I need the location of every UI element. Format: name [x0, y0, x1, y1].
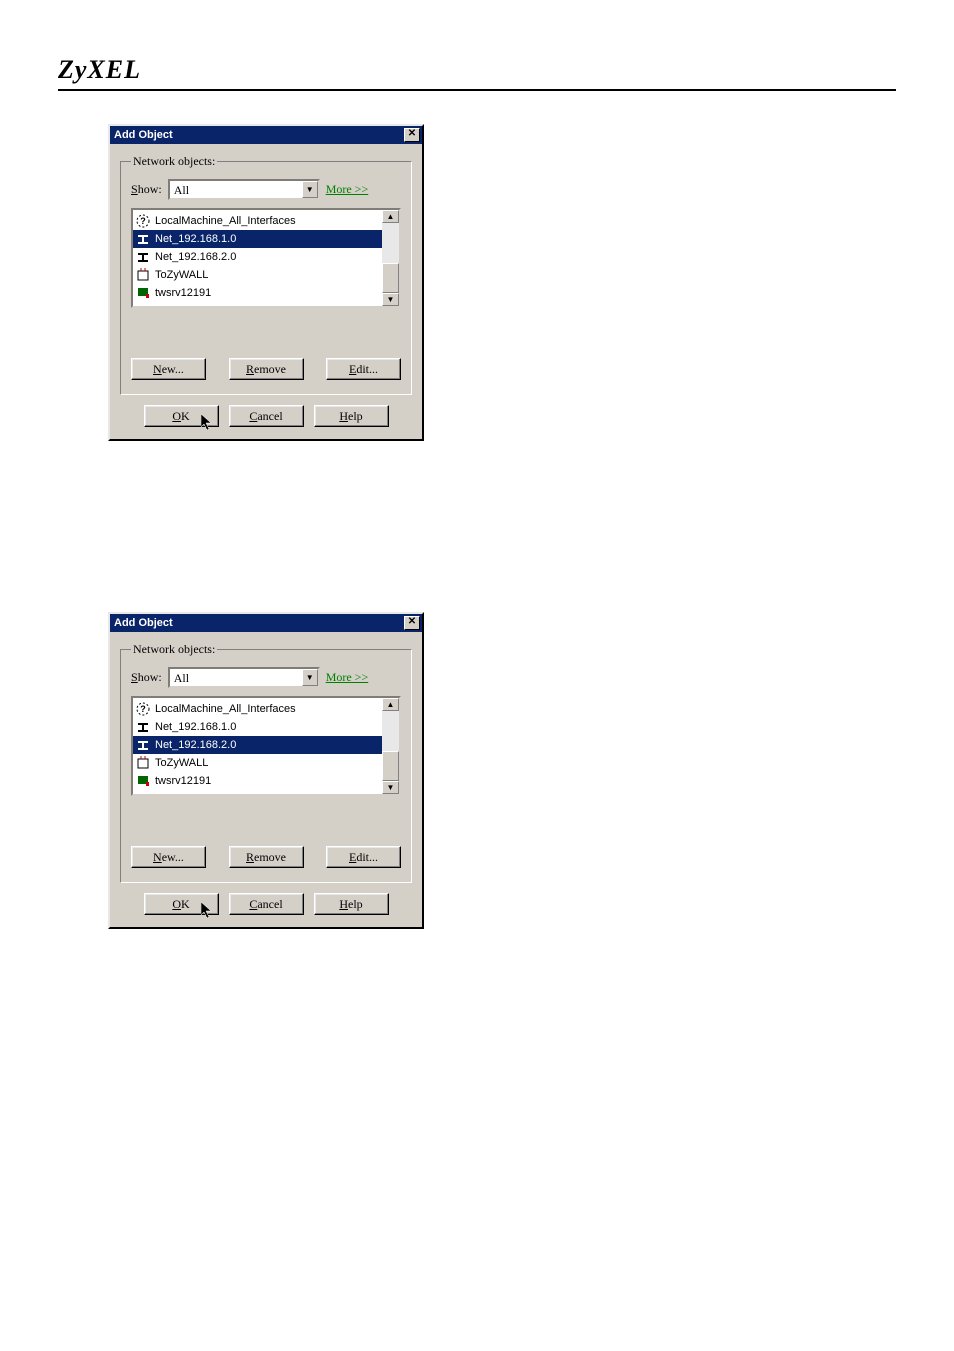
svg-text:?: ?: [140, 704, 146, 714]
more-link[interactable]: More >>: [326, 182, 369, 197]
show-row: Show: All ▼ More >>: [131, 179, 401, 200]
chevron-down-icon[interactable]: ▼: [302, 669, 318, 686]
header-divider: [58, 89, 896, 91]
device-icon: [135, 755, 151, 771]
dialog-window: Add Object ✕ Network objects: Show: All …: [108, 612, 424, 929]
scroll-track[interactable]: [382, 711, 399, 781]
list-item[interactable]: ? LocalMachine_All_Interfaces: [133, 700, 382, 718]
scrollbar[interactable]: ▲ ▼: [382, 210, 399, 306]
list-item-label: twsrv12191: [155, 287, 211, 299]
show-combo[interactable]: All ▼: [168, 179, 320, 200]
list-item-label: ToZyWALL: [155, 269, 208, 281]
question-icon: ?: [135, 213, 151, 229]
device-icon: [135, 267, 151, 283]
list-item[interactable]: ToZyWALL: [133, 266, 382, 284]
show-combo[interactable]: All ▼: [168, 667, 320, 688]
list-item-label: Net_192.168.2.0: [155, 739, 236, 751]
help-button[interactable]: Help: [314, 405, 389, 427]
scroll-thumb[interactable]: [382, 751, 399, 781]
object-buttons-row: New... Remove Edit...: [131, 358, 401, 380]
list-items: ? LocalMachine_All_Interfaces Net_192.16…: [133, 698, 382, 794]
edit-button[interactable]: Edit...: [326, 358, 401, 380]
list-item-label: LocalMachine_All_Interfaces: [155, 215, 296, 227]
cursor-icon: [201, 414, 215, 432]
list-item[interactable]: ? LocalMachine_All_Interfaces: [133, 212, 382, 230]
list-item-label: LocalMachine_All_Interfaces: [155, 703, 296, 715]
ok-button[interactable]: OK: [144, 893, 219, 915]
network-objects-listbox[interactable]: ? LocalMachine_All_Interfaces Net_192.16…: [131, 208, 401, 308]
chevron-down-icon[interactable]: ▼: [302, 181, 318, 198]
show-label: Show:: [131, 182, 162, 197]
titlebar-text: Add Object: [114, 129, 173, 141]
scroll-down-icon[interactable]: ▼: [382, 293, 399, 306]
remove-button[interactable]: Remove: [229, 846, 304, 868]
scroll-down-icon[interactable]: ▼: [382, 781, 399, 794]
list-item-label: Net_192.168.1.0: [155, 233, 236, 245]
object-buttons-row: New... Remove Edit...: [131, 846, 401, 868]
new-button[interactable]: New...: [131, 846, 206, 868]
host-icon: [135, 773, 151, 789]
svg-text:?: ?: [140, 216, 146, 226]
brand-logo: ZyXEL: [58, 55, 896, 85]
dialog-buttons-row: OK Cancel Help: [120, 405, 412, 427]
dialog-body: Network objects: Show: All ▼ More >> ? L…: [110, 144, 422, 439]
close-icon[interactable]: ✕: [404, 616, 420, 630]
list-item[interactable]: twsrv12191: [133, 772, 382, 790]
more-link[interactable]: More >>: [326, 670, 369, 685]
titlebar[interactable]: Add Object ✕: [110, 126, 422, 144]
page-header: ZyXEL: [58, 55, 896, 91]
cancel-button[interactable]: Cancel: [229, 893, 304, 915]
edit-button[interactable]: Edit...: [326, 846, 401, 868]
scroll-thumb[interactable]: [382, 263, 399, 293]
dialog-body: Network objects: Show: All ▼ More >> ? L…: [110, 632, 422, 927]
dialog-add-object-1: Add Object ✕ Network objects: Show: All …: [108, 124, 424, 441]
network-icon: [135, 719, 151, 735]
help-button[interactable]: Help: [314, 893, 389, 915]
scroll-up-icon[interactable]: ▲: [382, 698, 399, 711]
network-objects-group: Network objects: Show: All ▼ More >> ? L…: [120, 642, 412, 883]
remove-button[interactable]: Remove: [229, 358, 304, 380]
close-icon[interactable]: ✕: [404, 128, 420, 142]
scroll-up-icon[interactable]: ▲: [382, 210, 399, 223]
dialog-window: Add Object ✕ Network objects: Show: All …: [108, 124, 424, 441]
cursor-icon: [201, 902, 215, 920]
titlebar-text: Add Object: [114, 617, 173, 629]
scrollbar[interactable]: ▲ ▼: [382, 698, 399, 794]
list-item[interactable]: Net_192.168.1.0: [133, 718, 382, 736]
list-item[interactable]: Net_192.168.1.0: [133, 230, 382, 248]
scroll-track[interactable]: [382, 223, 399, 293]
cancel-button[interactable]: Cancel: [229, 405, 304, 427]
question-icon: ?: [135, 701, 151, 717]
network-icon: [135, 737, 151, 753]
list-item-label: twsrv12191: [155, 775, 211, 787]
list-item[interactable]: ToZyWALL: [133, 754, 382, 772]
new-button[interactable]: New...: [131, 358, 206, 380]
list-item[interactable]: twsrv12191: [133, 284, 382, 302]
list-item-label: Net_192.168.2.0: [155, 251, 236, 263]
dialog-add-object-2: Add Object ✕ Network objects: Show: All …: [108, 612, 424, 929]
show-combo-value: All: [170, 181, 302, 198]
network-objects-listbox[interactable]: ? LocalMachine_All_Interfaces Net_192.16…: [131, 696, 401, 796]
list-item-label: Net_192.168.1.0: [155, 721, 236, 733]
dialog-buttons-row: OK Cancel Help: [120, 893, 412, 915]
group-legend: Network objects:: [131, 642, 217, 657]
titlebar[interactable]: Add Object ✕: [110, 614, 422, 632]
ok-button[interactable]: OK: [144, 405, 219, 427]
network-icon: [135, 231, 151, 247]
group-legend: Network objects:: [131, 154, 217, 169]
show-combo-value: All: [170, 669, 302, 686]
host-icon: [135, 285, 151, 301]
show-row: Show: All ▼ More >>: [131, 667, 401, 688]
network-objects-group: Network objects: Show: All ▼ More >> ? L…: [120, 154, 412, 395]
list-item[interactable]: Net_192.168.2.0: [133, 248, 382, 266]
list-item-label: ToZyWALL: [155, 757, 208, 769]
list-item[interactable]: Net_192.168.2.0: [133, 736, 382, 754]
list-items: ? LocalMachine_All_Interfaces Net_192.16…: [133, 210, 382, 306]
show-label: Show:: [131, 670, 162, 685]
network-icon: [135, 249, 151, 265]
